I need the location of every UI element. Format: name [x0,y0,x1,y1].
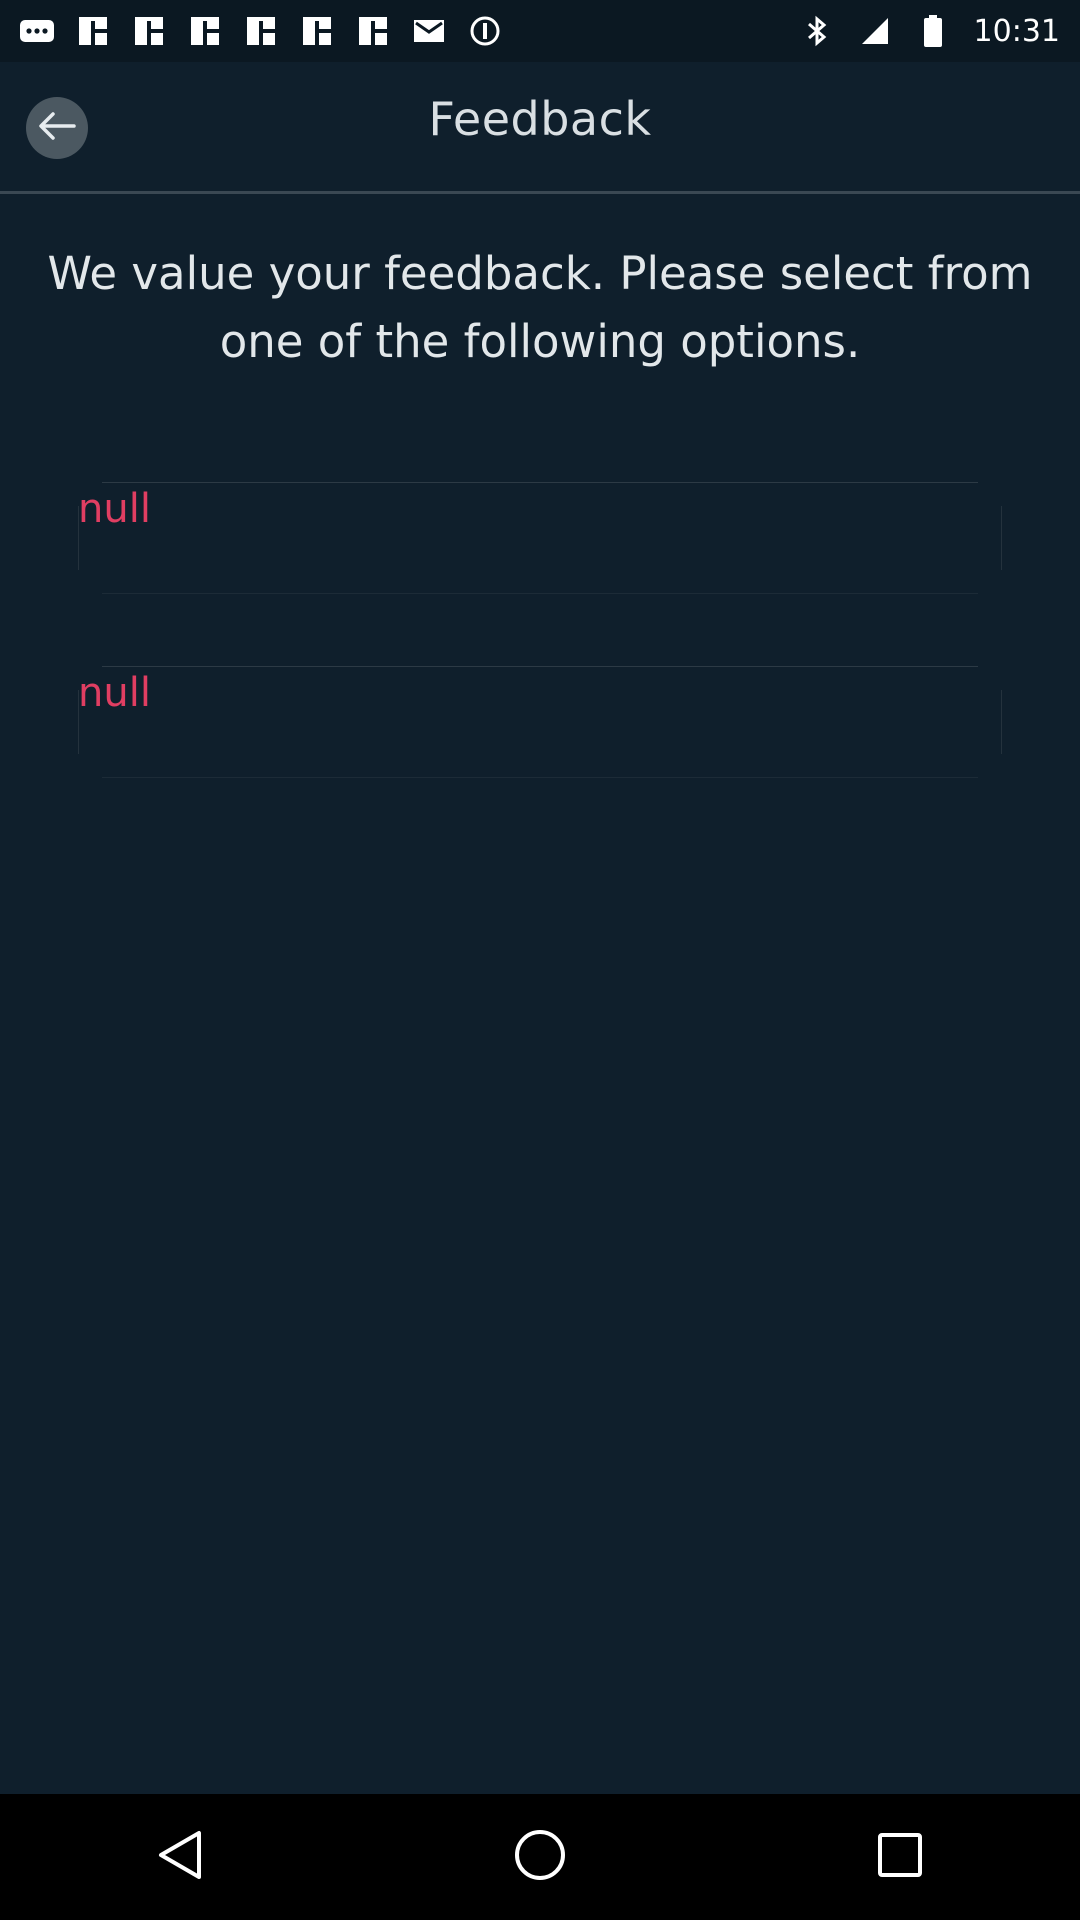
app-bar: Feedback [0,62,1080,194]
home-circle-icon [513,1828,567,1886]
option-label: null [78,670,151,716]
divider [102,482,978,483]
nav-home-button[interactable] [495,1812,585,1902]
info-icon [468,14,502,48]
feedback-option-1[interactable]: null [78,482,1002,594]
system-icons: 10:31 [800,14,1060,49]
divider [102,666,978,667]
signal-icon [858,14,892,48]
divider [1001,506,1002,570]
recents-square-icon [877,1832,923,1882]
grid-icon [356,14,390,48]
page-title: Feedback [428,92,652,146]
back-triangle-icon [157,1829,203,1885]
option-label: null [78,486,151,532]
status-bar: 10:31 [0,0,1080,62]
grid-icon [132,14,166,48]
grid-icon [76,14,110,48]
grid-icon [300,14,334,48]
battery-icon [916,14,950,48]
nav-back-button[interactable] [135,1812,225,1902]
notification-icons [20,14,502,48]
divider [102,777,978,778]
more-icon [20,14,54,48]
intro-text: We value your feedback. Please select fr… [47,247,1033,368]
mail-icon [412,14,446,48]
grid-icon [188,14,222,48]
system-nav-bar [0,1794,1080,1920]
bluetooth-icon [800,14,834,48]
divider [102,593,978,594]
nav-recents-button[interactable] [855,1812,945,1902]
divider [1001,690,1002,754]
status-time: 10:31 [973,13,1060,49]
grid-icon [244,14,278,48]
feedback-option-2[interactable]: null [78,666,1002,778]
